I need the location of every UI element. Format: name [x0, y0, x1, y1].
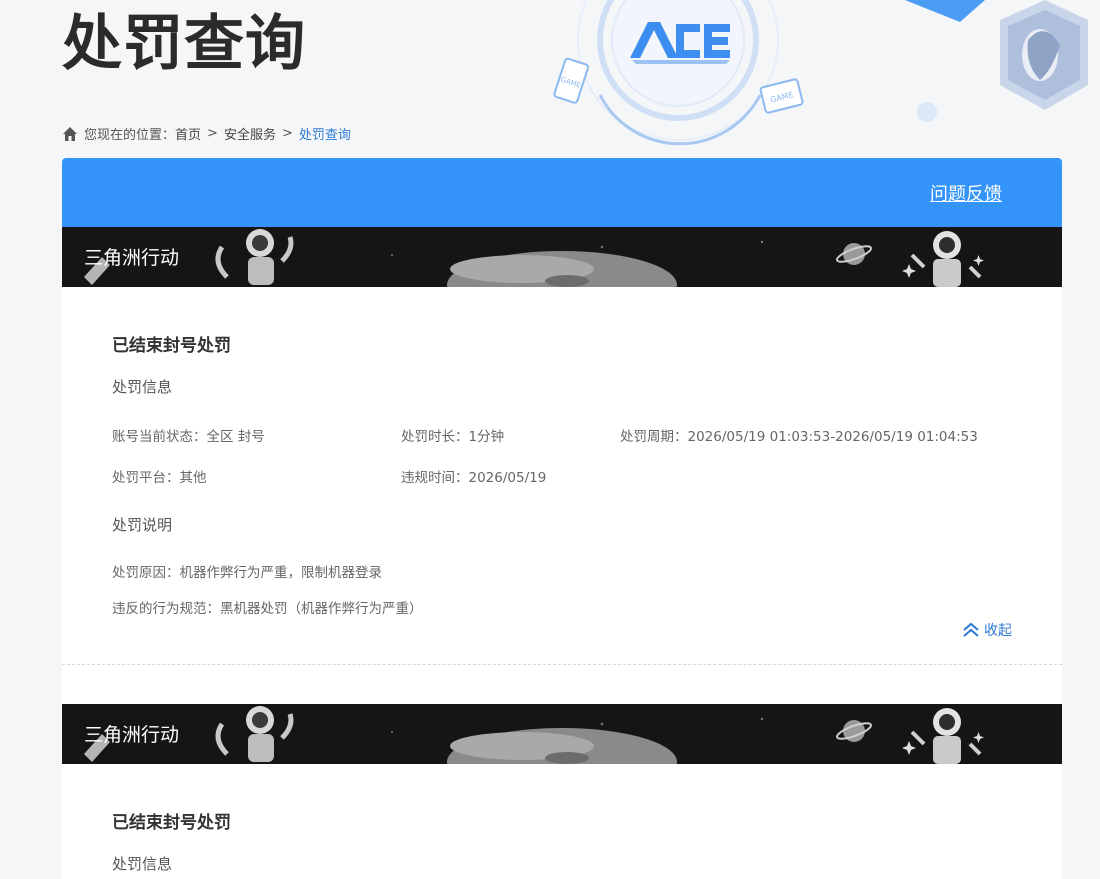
penalty-status: 已结束封号处罚: [112, 336, 231, 356]
double-chevron-up-icon: [963, 622, 979, 637]
home-icon: [63, 126, 77, 141]
penalty-reason-field: 处罚原因：机器作弊行为严重，限制机器登录: [112, 565, 382, 581]
character-hexagon-icon: [1000, 0, 1088, 110]
penalty-record: 已结束封号处罚 处罚信息: [62, 764, 1062, 879]
breadcrumb-home-link[interactable]: 首页: [175, 124, 201, 143]
game-title: 三角洲行动: [84, 247, 180, 269]
breadcrumb-separator: >: [207, 126, 218, 141]
penalty-card: 问题反馈 三角洲行动 已结束封号处罚 处罚信息 账号当前状态：全区 封号 处罚时…: [62, 158, 1062, 879]
page-title: 处罚查询: [62, 9, 306, 79]
breadcrumb: 您现在的位置： 首页 > 安全服务 > 处罚查询: [62, 124, 351, 143]
penalty-period-field: 处罚周期：2026/05/19 01:03:53-2026/05/19 01:0…: [620, 429, 978, 445]
penalty-platform-field: 处罚平台：其他: [112, 470, 207, 486]
game-monitor-icon: GAME: [759, 78, 804, 114]
breadcrumb-separator: >: [281, 126, 293, 141]
banner-art: [62, 227, 1062, 287]
collapse-label: 收起: [984, 623, 1012, 639]
record-divider: [62, 664, 1062, 665]
violated-rule-field: 违反的行为规范：黑机器处罚（机器作弊行为严重）: [112, 601, 423, 617]
account-status-field: 账号当前状态：全区 封号: [112, 429, 265, 445]
game-title: 三角洲行动: [84, 724, 180, 746]
penalty-info-title: 处罚信息: [112, 378, 173, 396]
breadcrumb-security-link[interactable]: 安全服务: [224, 124, 276, 143]
game-phone-icon: GAME: [553, 57, 590, 104]
card-top-bar: 问题反馈: [62, 158, 1062, 227]
penalty-info-title: 处罚信息: [112, 855, 173, 873]
game-banner: 三角洲行动: [62, 704, 1062, 764]
penalty-desc-title: 处罚说明: [112, 516, 173, 534]
violation-time-field: 违规时间：2026/05/19: [401, 470, 547, 486]
breadcrumb-current[interactable]: 处罚查询: [299, 124, 351, 143]
collapse-button[interactable]: 收起: [962, 620, 1012, 640]
penalty-record: 已结束封号处罚 处罚信息 账号当前状态：全区 封号 处罚时长：1分钟 处罚周期：…: [62, 287, 1062, 704]
game-banner: 三角洲行动: [62, 227, 1062, 287]
feedback-link[interactable]: 问题反馈: [930, 180, 1002, 206]
banner-art: [62, 704, 1062, 764]
penalty-status: 已结束封号处罚: [112, 813, 231, 833]
breadcrumb-prefix: 您现在的位置：: [84, 128, 176, 143]
penalty-duration-field: 处罚时长：1分钟: [401, 429, 505, 445]
page-header: GAME GAME 处罚查询 您现在的位置： 首页 > 安全服务 > 处罚查询: [0, 0, 1100, 158]
